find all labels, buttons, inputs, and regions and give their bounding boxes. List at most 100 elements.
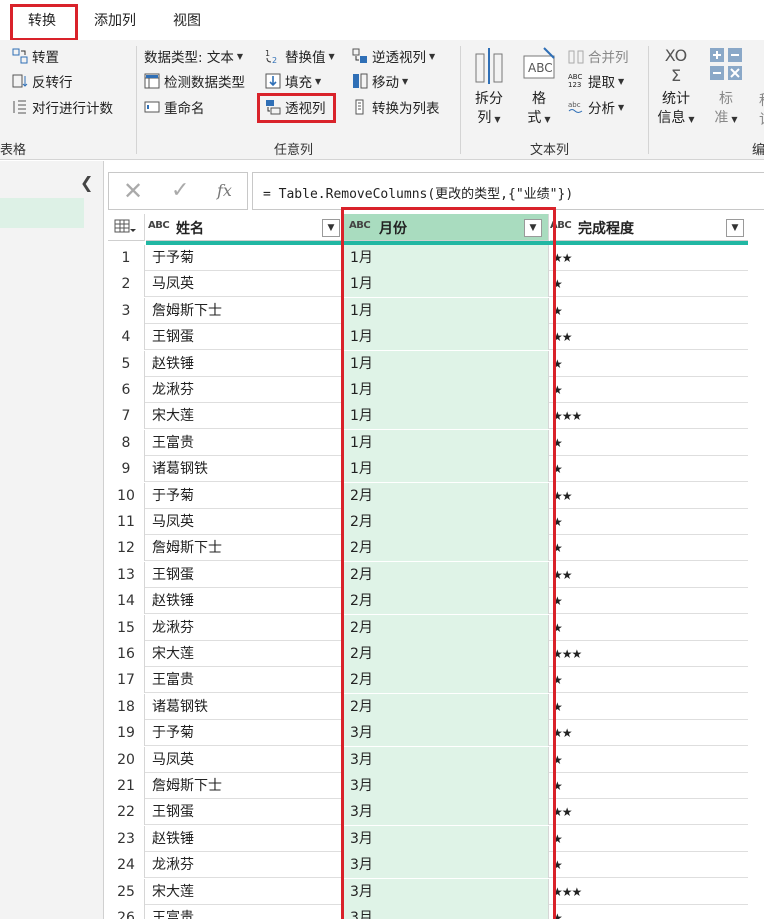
row-number[interactable]: 17 [108, 667, 145, 694]
standard-button[interactable]: 标 准 ▼ [706, 46, 746, 129]
column-header-completion[interactable]: ABC 完成程度 ▼ [550, 214, 748, 241]
row-number[interactable]: 24 [108, 852, 145, 879]
cell-name[interactable]: 詹姆斯下士 [146, 535, 342, 562]
cell-name[interactable]: 龙湫芬 [146, 377, 342, 403]
cell-completion[interactable]: ★ [550, 826, 748, 852]
cell-completion[interactable]: ★★ [550, 562, 748, 588]
cell-name[interactable]: 龙湫芬 [146, 852, 342, 879]
tab-transform[interactable]: 转换 [28, 10, 56, 30]
cell-name[interactable]: 王富贵 [146, 667, 342, 694]
row-number[interactable]: 9 [108, 456, 145, 483]
cell-name[interactable]: 赵铁锤 [146, 350, 342, 377]
cell-name[interactable]: 王富贵 [146, 905, 342, 919]
chevron-left-icon[interactable]: ❮ [80, 173, 93, 192]
cell-completion[interactable]: ★ [550, 298, 748, 324]
cell-completion[interactable]: ★ [550, 694, 748, 720]
cell-completion[interactable]: ★★★ [550, 641, 748, 667]
formula-input[interactable]: = Table.RemoveColumns(更改的类型,{"业绩"}) [252, 172, 764, 210]
cell-completion[interactable]: ★★★ [550, 403, 748, 429]
tab-view[interactable]: 视图 [173, 10, 201, 30]
reverse-rows-button[interactable]: 反转行 [12, 71, 73, 91]
cell-name[interactable]: 王钢蛋 [146, 799, 342, 826]
cancel-icon[interactable]: ✕ [123, 177, 143, 205]
row-number[interactable]: 22 [108, 799, 145, 826]
row-number[interactable]: 2 [108, 271, 145, 298]
cell-completion[interactable]: ★★ [550, 483, 748, 509]
row-number[interactable]: 6 [108, 377, 145, 403]
fill-button[interactable]: 填充 ▼ [265, 71, 321, 91]
table-menu-button[interactable] [108, 214, 145, 241]
cell-completion[interactable]: ★ [550, 852, 748, 878]
cell-completion[interactable]: ★ [550, 588, 748, 614]
row-number[interactable]: 5 [108, 350, 145, 377]
cell-completion[interactable]: ★ [550, 535, 748, 561]
cell-completion[interactable]: ★ [550, 351, 748, 377]
cell-completion[interactable]: ★★ [550, 324, 748, 350]
row-number[interactable]: 23 [108, 825, 145, 852]
cell-name[interactable]: 王富贵 [146, 429, 342, 456]
row-number[interactable]: 3 [108, 297, 145, 324]
cell-name[interactable]: 宋大莲 [146, 403, 342, 430]
cell-completion[interactable]: ★ [550, 773, 748, 799]
cell-completion[interactable]: ★ [550, 905, 748, 919]
row-number[interactable]: 25 [108, 878, 145, 905]
scientific-button[interactable]: 科 记 [756, 92, 764, 130]
convert-to-list-button[interactable]: 转换为列表 [352, 97, 440, 117]
split-column-button[interactable]: 拆分 列 ▼ [468, 46, 510, 129]
row-number[interactable]: 19 [108, 720, 145, 747]
count-rows-button[interactable]: 对行进行计数 [12, 97, 113, 117]
row-number[interactable]: 13 [108, 561, 145, 588]
row-number[interactable]: 15 [108, 614, 145, 641]
row-number[interactable]: 14 [108, 588, 145, 615]
cell-completion[interactable]: ★★★ [550, 879, 748, 905]
detect-data-type-button[interactable]: 检测数据类型 [144, 71, 245, 91]
check-icon[interactable]: ✓ [171, 178, 189, 203]
filter-dropdown-icon[interactable]: ▼ [726, 219, 744, 237]
cell-name[interactable]: 马凤英 [146, 271, 342, 298]
cell-name[interactable]: 于予菊 [146, 245, 342, 271]
replace-values-button[interactable]: 12 替换值 ▼ [265, 46, 335, 66]
cell-name[interactable]: 宋大莲 [146, 878, 342, 905]
cell-completion[interactable]: ★★ [550, 720, 748, 746]
cell-name[interactable]: 赵铁锤 [146, 588, 342, 615]
row-number[interactable]: 1 [108, 245, 145, 271]
cell-completion[interactable]: ★★ [550, 799, 748, 825]
row-number[interactable]: 26 [108, 905, 145, 919]
cell-completion[interactable]: ★ [550, 377, 748, 403]
column-header-name[interactable]: ABC 姓名 ▼ [146, 214, 342, 241]
row-number[interactable]: 20 [108, 746, 145, 773]
unpivot-columns-button[interactable]: 逆透视列 ▼ [352, 46, 435, 66]
cell-completion[interactable]: ★★ [550, 245, 748, 271]
cell-name[interactable]: 马凤英 [146, 509, 342, 535]
cell-name[interactable]: 赵铁锤 [146, 825, 342, 852]
rename-button[interactable]: 重命名 [144, 97, 205, 117]
tab-add-column[interactable]: 添加列 [94, 10, 136, 30]
cell-name[interactable]: 马凤英 [146, 746, 342, 773]
row-number[interactable]: 16 [108, 641, 145, 667]
row-number[interactable]: 12 [108, 535, 145, 562]
cell-name[interactable]: 王钢蛋 [146, 561, 342, 588]
cell-name[interactable]: 诸葛钢铁 [146, 456, 342, 483]
filter-dropdown-icon[interactable]: ▼ [322, 219, 340, 237]
cell-completion[interactable]: ★ [550, 615, 748, 641]
row-number[interactable]: 21 [108, 773, 145, 799]
cell-completion[interactable]: ★ [550, 509, 748, 535]
cell-name[interactable]: 王钢蛋 [146, 324, 342, 351]
row-number[interactable]: 7 [108, 403, 145, 430]
cell-name[interactable]: 詹姆斯下士 [146, 773, 342, 799]
cell-name[interactable]: 龙湫芬 [146, 614, 342, 641]
cell-completion[interactable]: ★ [550, 271, 748, 297]
merge-columns-button[interactable]: 合并列 [568, 46, 629, 66]
cell-name[interactable]: 于予菊 [146, 482, 342, 509]
parse-button[interactable]: abc 分析 ▼ [568, 97, 624, 117]
cell-completion[interactable]: ★ [550, 430, 748, 456]
row-number[interactable]: 18 [108, 693, 145, 720]
cell-name[interactable]: 于予菊 [146, 720, 342, 747]
cell-name[interactable]: 诸葛钢铁 [146, 693, 342, 720]
cell-name[interactable]: 詹姆斯下士 [146, 297, 342, 324]
cell-completion[interactable]: ★ [550, 667, 748, 693]
cell-completion[interactable]: ★ [550, 456, 748, 482]
row-number[interactable]: 4 [108, 324, 145, 351]
selected-query[interactable] [0, 198, 84, 228]
row-number[interactable]: 11 [108, 509, 145, 535]
